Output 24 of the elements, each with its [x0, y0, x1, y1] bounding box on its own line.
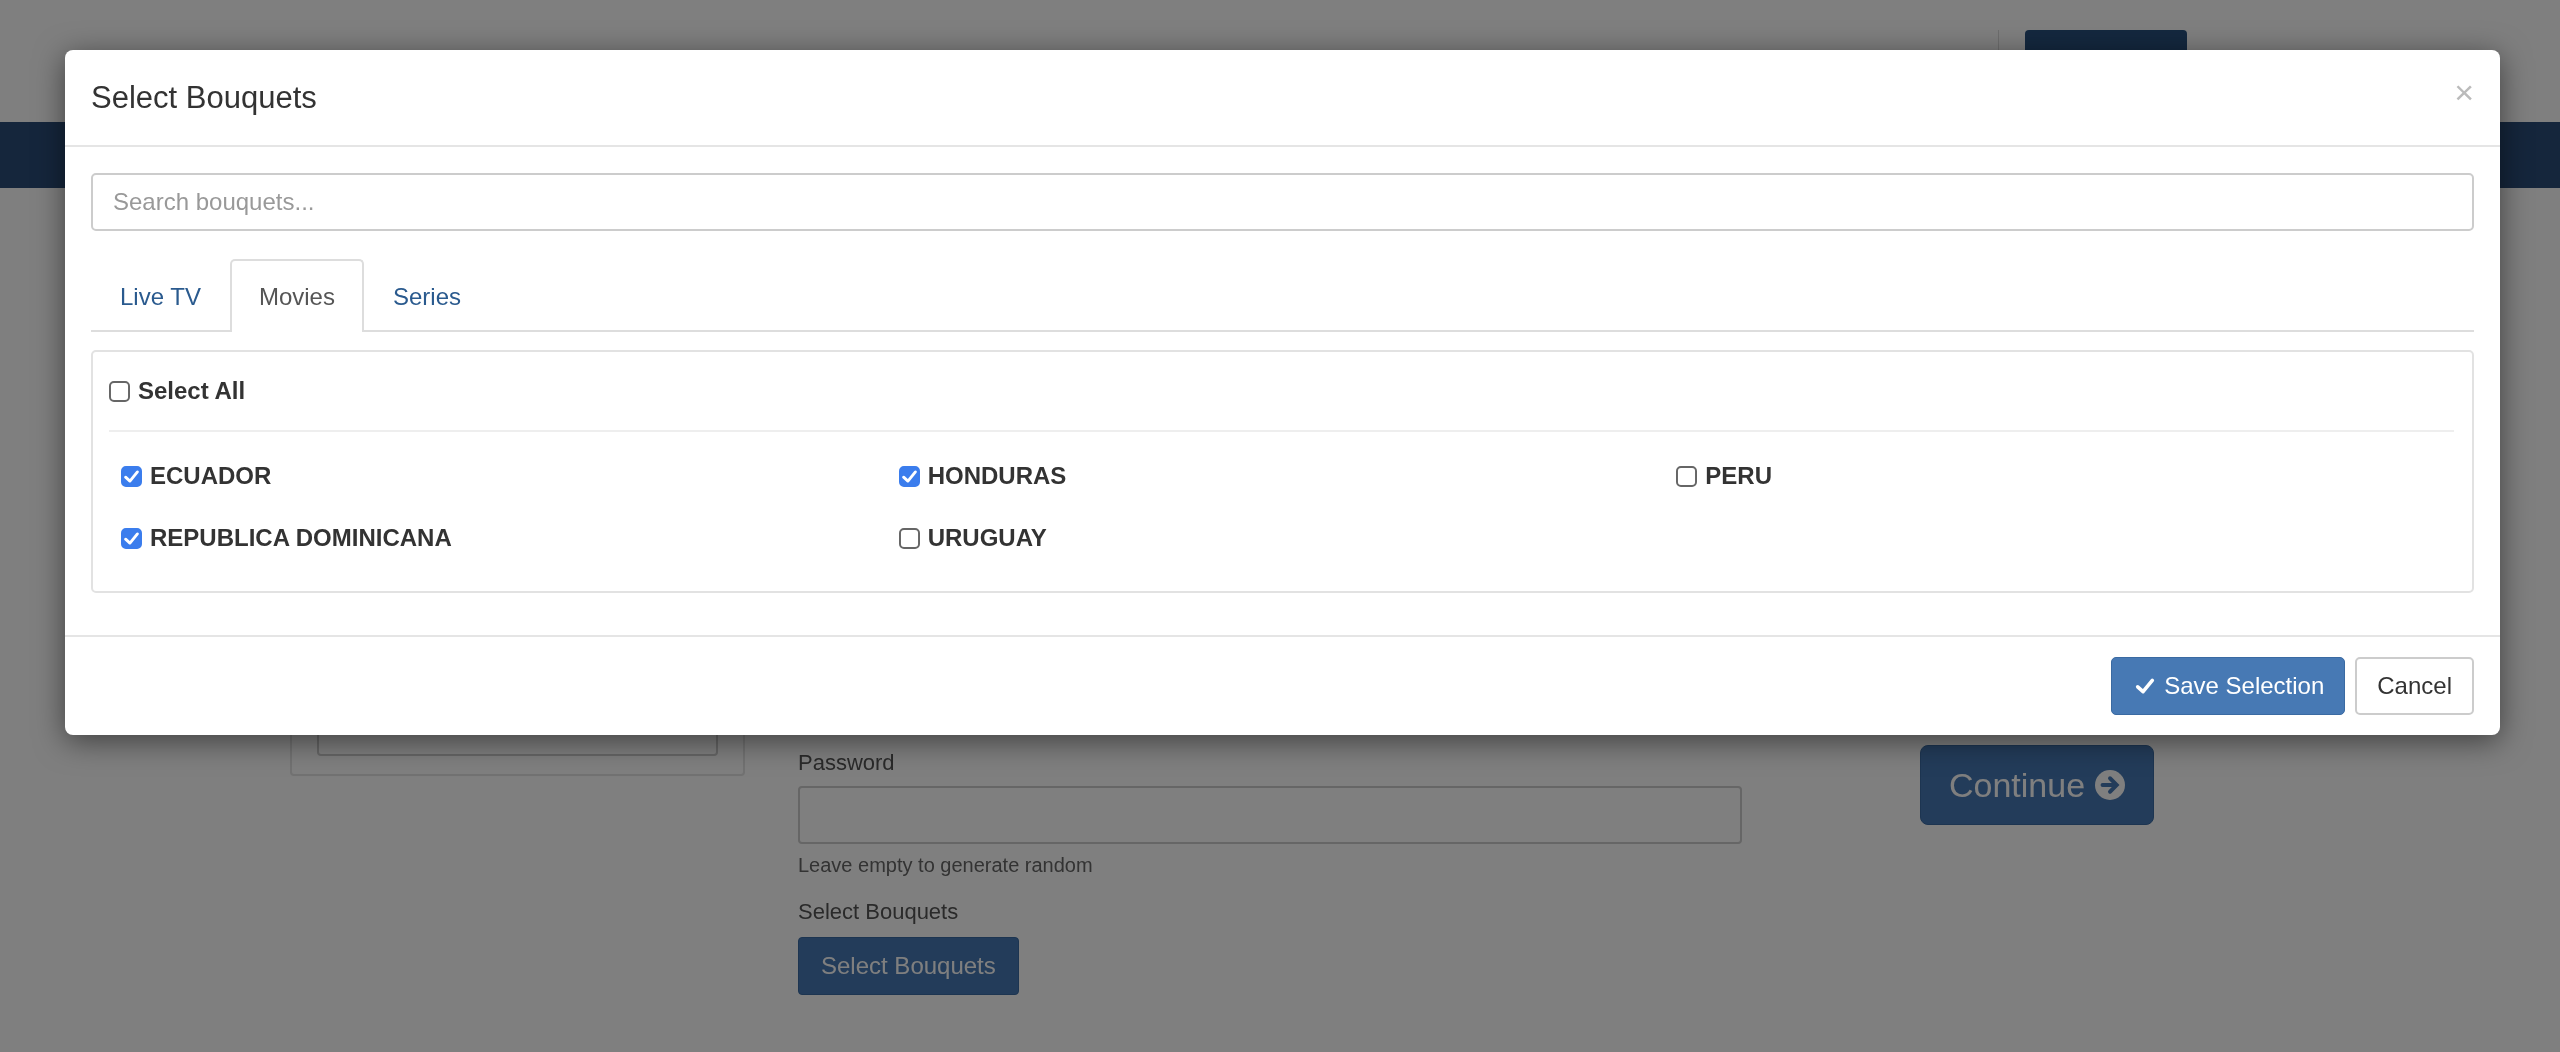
checkbox-label: Select All [138, 377, 246, 405]
checkbox[interactable] [121, 465, 142, 487]
checkbox-label: ECUADOR [150, 462, 272, 490]
checkbox[interactable] [898, 527, 920, 549]
checkbox-label: REPUBLICA DOMINICANA [150, 524, 452, 552]
tab[interactable]: Movies [229, 259, 364, 332]
checkbox[interactable] [898, 465, 920, 487]
search-field[interactable]: Search bouquets... [91, 173, 2474, 231]
modal-title: Select Bouquets [91, 79, 317, 116]
checkbox[interactable] [109, 380, 130, 402]
checkbox-label: PERU [1705, 462, 1772, 490]
tab[interactable]: Series [363, 259, 490, 332]
checkbox[interactable] [1676, 465, 1698, 487]
tab[interactable]: Live TV [91, 259, 230, 332]
arrow-circle-icon [2095, 770, 2126, 800]
help-text: Leave empty to generate random [798, 854, 1093, 877]
checkbox-label: URUGUAY [927, 524, 1047, 552]
field-label: Password [798, 749, 895, 777]
checkbox[interactable] [121, 527, 142, 549]
cancel-button[interactable]: Cancel [2355, 657, 2474, 715]
checkbox-label: HONDURAS [927, 462, 1067, 490]
password-field[interactable] [798, 786, 1742, 844]
field-label: Select Bouquets [798, 898, 959, 926]
save-button[interactable]: Save Selection [2111, 657, 2346, 715]
